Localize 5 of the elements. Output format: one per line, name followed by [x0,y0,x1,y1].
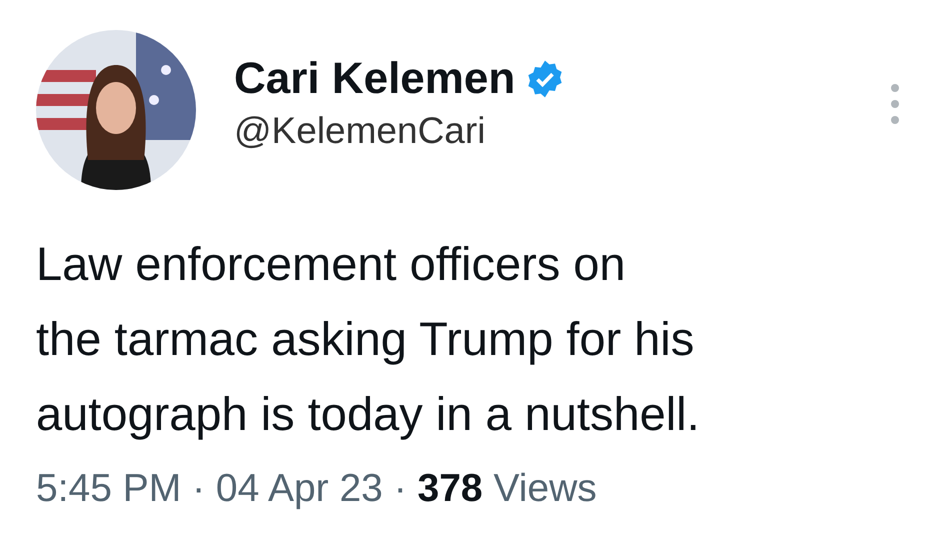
author-handle: @KelemenCari [234,110,486,152]
author-name: Cari Kelemen [234,54,516,104]
tweet-meta: 5:45 PM · 04 Apr 23 · 378 Views [36,467,598,511]
more-options-icon[interactable] [889,82,901,126]
tweet-text: Law enforcement officers on the tarmac asking Trump for his autograph is today in a nutshell. [36,236,701,442]
